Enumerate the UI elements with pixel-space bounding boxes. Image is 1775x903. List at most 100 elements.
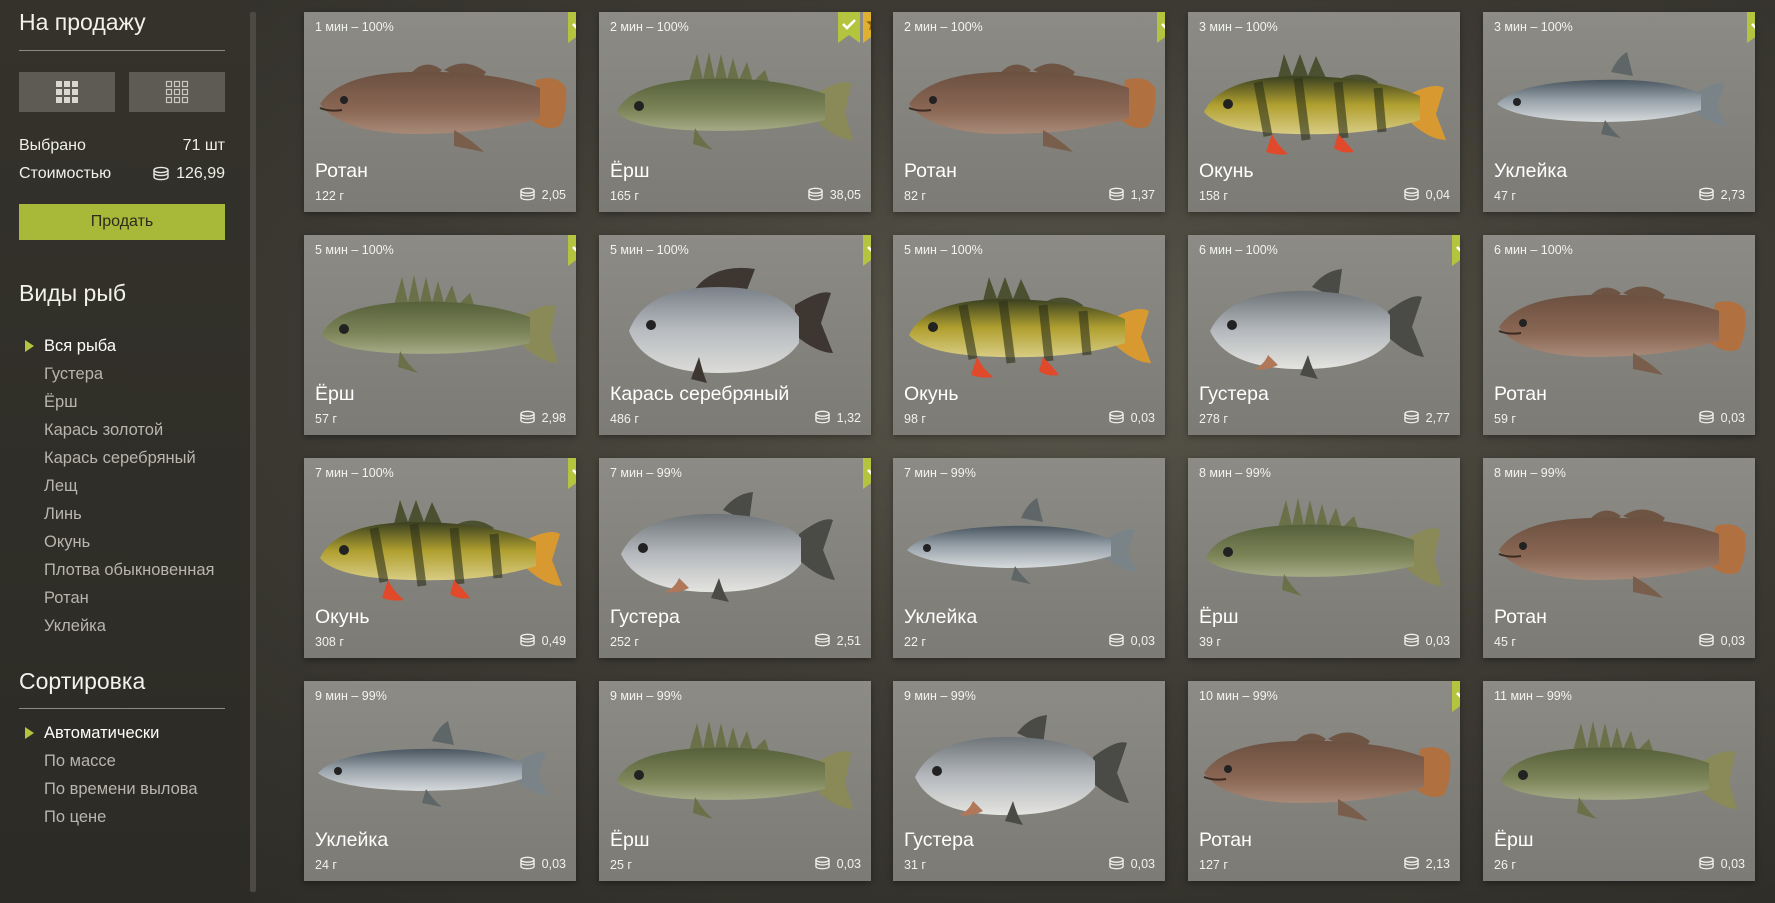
species-filter-item[interactable]: Ёрш <box>19 388 249 416</box>
fish-price-value: 0,03 <box>1720 856 1745 871</box>
species-filter-item[interactable]: Ротан <box>19 584 249 612</box>
fish-weight: 252 г <box>610 635 639 649</box>
fish-card[interactable]: 9 мин – 99% Ёрш 25 г 0,03 <box>599 681 871 881</box>
coin-stack-icon <box>1403 410 1419 424</box>
species-filter-item[interactable]: Линь <box>19 500 249 528</box>
fish-price-value: 2,73 <box>1720 187 1745 202</box>
coin-stack-icon <box>519 187 535 201</box>
sort-option-item[interactable]: По времени вылова <box>19 775 249 803</box>
sidebar: На продажу Выбрано 71 шт Стоимостью 126,… <box>0 0 252 903</box>
coin-stack-icon <box>814 410 830 424</box>
fish-price: 38,05 <box>807 187 861 202</box>
fish-card[interactable]: 2 мин – 100% Ёрш 165 г 38,05 <box>599 12 871 212</box>
fish-price-value: 2,98 <box>541 410 566 425</box>
coin-stack-icon <box>519 410 535 424</box>
fish-name: Густера <box>1199 383 1269 405</box>
fish-weight: 39 г <box>1199 635 1221 649</box>
fish-ersh-image <box>617 52 853 150</box>
cost-value: 126,99 <box>176 165 225 182</box>
fish-okun-image <box>320 500 562 601</box>
fish-card[interactable]: 7 мин – 99% Уклейка 22 г 0,03 <box>893 458 1165 658</box>
species-filter-item[interactable]: Густера <box>19 360 249 388</box>
fish-ukleyka-image <box>907 498 1137 584</box>
coin-stack-icon <box>1403 187 1419 201</box>
fish-price-value: 2,13 <box>1425 856 1450 871</box>
fish-card[interactable]: 8 мин – 99% Ротан 45 г 0,03 <box>1483 458 1755 658</box>
fish-card[interactable]: 9 мин – 99% Уклейка 24 г 0,03 <box>304 681 576 881</box>
fish-card[interactable]: 5 мин – 100% Карась серебряный 486 г 1,3… <box>599 235 871 435</box>
catch-time: 6 мин – 100% <box>1494 243 1573 257</box>
coin-stack-icon <box>1698 633 1714 647</box>
fish-card[interactable]: 8 мин – 99% Ёрш 39 г 0,03 <box>1188 458 1460 658</box>
fish-weight: 158 г <box>1199 189 1228 203</box>
fish-card[interactable]: 7 мин – 99% Густера 252 г 2,51 <box>599 458 871 658</box>
checkmark-bookmark-icon <box>863 235 871 266</box>
fish-price-value: 1,32 <box>836 410 861 425</box>
star-bookmark-icon <box>863 12 871 43</box>
fish-name: Ротан <box>1494 383 1547 405</box>
fish-price-value: 0,03 <box>1425 633 1450 648</box>
fish-card[interactable]: 3 мин – 100% Окунь 158 г 0,04 <box>1188 12 1460 212</box>
cost-label: Стоимостью <box>19 165 112 182</box>
fish-ukleyka-image <box>318 721 548 807</box>
fish-card[interactable]: 2 мин – 100% Ротан 82 г 1,37 <box>893 12 1165 212</box>
fish-price: 0,03 <box>519 856 566 871</box>
fish-name: Уклейка <box>904 606 978 628</box>
grid-small-view-button[interactable] <box>129 72 225 112</box>
coin-stack-icon <box>1108 633 1124 647</box>
catch-time: 7 мин – 99% <box>610 466 682 480</box>
fish-card[interactable]: 7 мин – 100% Окунь 308 г 0,49 <box>304 458 576 658</box>
species-filter-item[interactable]: Уклейка <box>19 612 249 640</box>
fish-name: Ёрш <box>1494 829 1534 851</box>
fish-card[interactable]: 9 мин – 99% Густера 31 г 0,03 <box>893 681 1165 881</box>
fish-rotan-image <box>1203 732 1451 821</box>
fish-price-value: 0,49 <box>541 633 566 648</box>
fish-rotan-image <box>319 63 567 152</box>
fish-price-value: 2,05 <box>541 187 566 202</box>
fish-weight: 82 г <box>904 189 926 203</box>
fish-card[interactable]: 10 мин – 99% Ротан 127 г 2,13 <box>1188 681 1460 881</box>
species-filter-item[interactable]: Плотва обыкновенная <box>19 556 249 584</box>
coin-stack-icon <box>1108 410 1124 424</box>
coin-stack-icon <box>808 187 823 201</box>
fish-card[interactable]: 11 мин – 99% Ёрш 26 г 0,03 <box>1483 681 1755 881</box>
fish-name: Ёрш <box>1199 606 1239 628</box>
fish-price-value: 38,05 <box>829 187 861 202</box>
grid-large-view-button[interactable] <box>19 72 115 112</box>
fish-price-value: 0,03 <box>1130 410 1155 425</box>
fish-ersh-image <box>1206 498 1442 596</box>
fish-name: Ротан <box>1494 606 1547 628</box>
catch-time: 5 мин – 100% <box>610 243 689 257</box>
species-filter-item[interactable]: Карась серебряный <box>19 444 249 472</box>
grid-small-icon <box>165 80 189 104</box>
coin-stack-icon <box>1698 856 1714 870</box>
fish-card[interactable]: 6 мин – 100% Густера 278 г 2,77 <box>1188 235 1460 435</box>
catch-time: 11 мин – 99% <box>1494 689 1572 703</box>
fish-card[interactable]: 5 мин – 100% Ёрш 57 г 2,98 <box>304 235 576 435</box>
sort-option-item[interactable]: По массе <box>19 747 249 775</box>
fish-price: 0,03 <box>1108 856 1155 871</box>
fish-name: Окунь <box>1199 160 1254 182</box>
fish-karas-image <box>629 267 833 383</box>
catch-time: 8 мин – 99% <box>1199 466 1271 480</box>
species-filter-item[interactable]: Лещ <box>19 472 249 500</box>
species-filter-item[interactable]: Окунь <box>19 528 249 556</box>
fish-card[interactable]: 3 мин – 100% Уклейка 47 г 2,73 <box>1483 12 1755 212</box>
species-filter-item[interactable]: Карась золотой <box>19 416 249 444</box>
coin-stack-icon <box>1698 410 1714 424</box>
fish-card[interactable]: 6 мин – 100% Ротан 59 г 0,03 <box>1483 235 1755 435</box>
checkmark-bookmark-icon <box>1452 681 1460 712</box>
fish-card[interactable]: 5 мин – 100% Окунь 98 г 0,03 <box>893 235 1165 435</box>
catch-time: 2 мин – 100% <box>610 20 689 34</box>
sort-option-item[interactable]: Автоматически <box>19 719 249 747</box>
fish-rotan-image <box>1498 509 1746 598</box>
sort-option-item[interactable]: По цене <box>19 803 249 831</box>
checkmark-bookmark-icon <box>568 458 576 489</box>
catch-time: 6 мин – 100% <box>1199 243 1278 257</box>
sell-button[interactable]: Продать <box>19 204 225 240</box>
fish-weight: 98 г <box>904 412 926 426</box>
fish-price-value: 0,03 <box>1130 633 1155 648</box>
sidebar-scrollbar[interactable] <box>250 12 256 892</box>
species-filter-item[interactable]: Вся рыба <box>19 332 249 360</box>
fish-card[interactable]: 1 мин – 100% Ротан 122 г 2,05 <box>304 12 576 212</box>
